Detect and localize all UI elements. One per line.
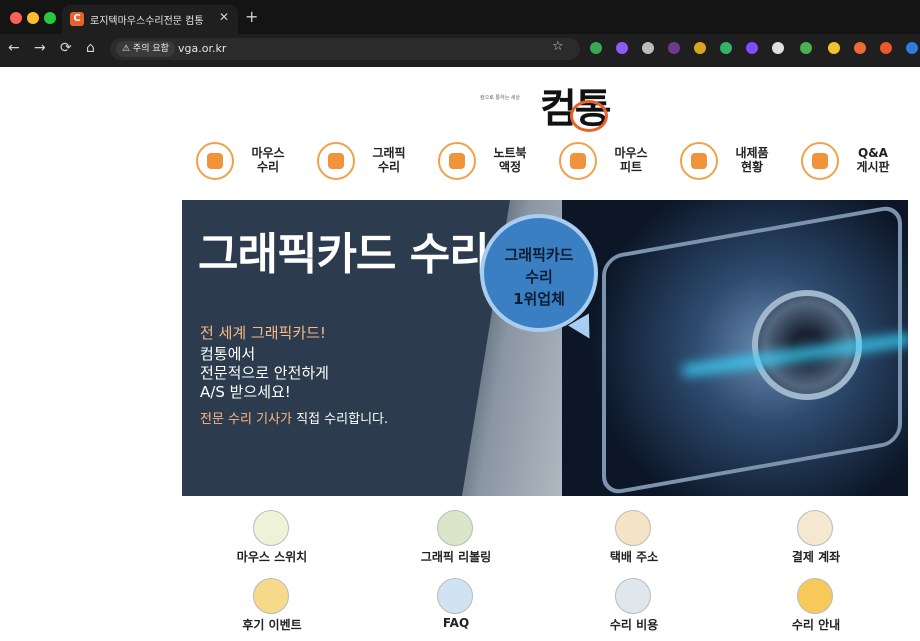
package-icon xyxy=(615,510,651,546)
graphics-card-icon xyxy=(317,142,355,180)
menu-item-graphics-repair[interactable]: 그래픽 수리 xyxy=(317,142,427,182)
maximize-window-button[interactable] xyxy=(44,12,56,24)
grammarly-extension-icon[interactable] xyxy=(590,42,602,54)
banner-copy-line: 컴통에서 xyxy=(200,345,256,363)
extension-icon[interactable] xyxy=(616,42,628,54)
mouse-switch-icon xyxy=(253,510,289,546)
question-icon xyxy=(801,142,839,180)
monitor-icon xyxy=(615,578,651,614)
close-window-button[interactable] xyxy=(10,12,22,24)
forward-button[interactable]: → xyxy=(34,40,46,56)
security-warning-chip[interactable]: ⚠ 주의 요함 xyxy=(116,41,175,57)
hero-banner[interactable]: 그래픽카드 수리 그래픽카드 수리 1위업체 전 세계 그래픽카드! 컴통에서 … xyxy=(182,200,908,496)
url-text[interactable]: vga.or.kr xyxy=(178,42,226,55)
back-button[interactable]: ← xyxy=(8,40,20,56)
payment-icon xyxy=(797,510,833,546)
quick-link-graphics-reballing[interactable]: 그래픽 리볼링 xyxy=(391,510,521,570)
menu-item-my-product-status[interactable]: 내제품 현황 xyxy=(680,142,790,182)
extension-icon[interactable] xyxy=(746,42,758,54)
speech-bubble: 그래픽카드 수리 1위업체 xyxy=(480,214,598,332)
quick-link-delivery-address[interactable]: 택배 주소 xyxy=(569,510,699,570)
banner-copy-line: 전문적으로 안전하게 xyxy=(200,364,329,382)
gear-icon xyxy=(680,142,718,180)
quick-link-mouse-switch[interactable]: 마우스 스위치 xyxy=(207,510,337,570)
reload-button[interactable]: ⟳ xyxy=(60,40,72,56)
banner-copy-line: 전문 수리 기사가 직접 수리합니다. xyxy=(200,412,389,427)
quick-link-payment-account[interactable]: 결제 계좌 xyxy=(751,510,881,570)
notebook-icon xyxy=(253,578,289,614)
notion-extension-icon[interactable] xyxy=(772,42,784,54)
faq-icon xyxy=(437,578,473,614)
home-button[interactable]: ⌂ xyxy=(86,40,95,56)
menu-item-laptop-screen[interactable]: 노트북 액정 xyxy=(438,142,548,182)
extension-icon[interactable] xyxy=(642,42,654,54)
gears-icon xyxy=(797,578,833,614)
logo-ring-icon xyxy=(570,100,608,132)
logo-tagline: 컴으로 통하는 세상 xyxy=(480,95,520,101)
laptop-icon xyxy=(438,142,476,180)
quick-link-review-event[interactable]: 후기 이벤트 xyxy=(207,578,337,638)
address-bar[interactable]: ⚠ 주의 요함 vga.or.kr ☆ xyxy=(110,38,580,60)
favicon-icon: C xyxy=(70,12,84,26)
extension-icon[interactable] xyxy=(668,42,680,54)
browser-tab[interactable]: C 로지텍마우스수리전문 컴통 ✕ xyxy=(62,5,238,34)
banner-copy-line: A/S 받으세요! xyxy=(200,383,291,401)
extension-icon[interactable] xyxy=(854,42,866,54)
banner-headline: 그래픽카드 수리 xyxy=(198,229,490,280)
extension-icon[interactable] xyxy=(800,42,812,54)
menu-item-mouse-repair[interactable]: 마우스 수리 xyxy=(196,142,306,182)
mouse-feet-icon xyxy=(559,142,597,180)
tab-strip: C 로지텍마우스수리전문 컴통 ✕ + xyxy=(0,0,920,34)
menu-item-mouse-feet[interactable]: 마우스 피트 xyxy=(559,142,669,182)
close-tab-icon[interactable]: ✕ xyxy=(219,10,229,24)
bookmark-star-icon[interactable]: ☆ xyxy=(552,39,564,54)
quick-link-repair-cost[interactable]: 수리 비용 xyxy=(569,578,699,638)
quick-link-repair-guide[interactable]: 수리 안내 xyxy=(751,578,881,638)
graphics-card-image xyxy=(562,200,908,496)
quick-link-faq[interactable]: FAQ xyxy=(391,578,521,638)
tab-title: 로지텍마우스수리전문 컴통 xyxy=(90,16,204,27)
minimize-window-button[interactable] xyxy=(27,12,39,24)
extension-icon[interactable] xyxy=(694,42,706,54)
extension-icon[interactable] xyxy=(828,42,840,54)
new-tab-button[interactable]: + xyxy=(245,7,258,26)
extension-icon[interactable] xyxy=(880,42,892,54)
chip-icon xyxy=(437,510,473,546)
menu-item-qna-board[interactable]: Q&A 게시판 xyxy=(801,142,911,182)
extension-icon[interactable] xyxy=(906,42,918,54)
extension-icon[interactable] xyxy=(720,42,732,54)
mouse-icon xyxy=(196,142,234,180)
banner-copy-line: 전 세계 그래픽카드! xyxy=(200,324,326,342)
